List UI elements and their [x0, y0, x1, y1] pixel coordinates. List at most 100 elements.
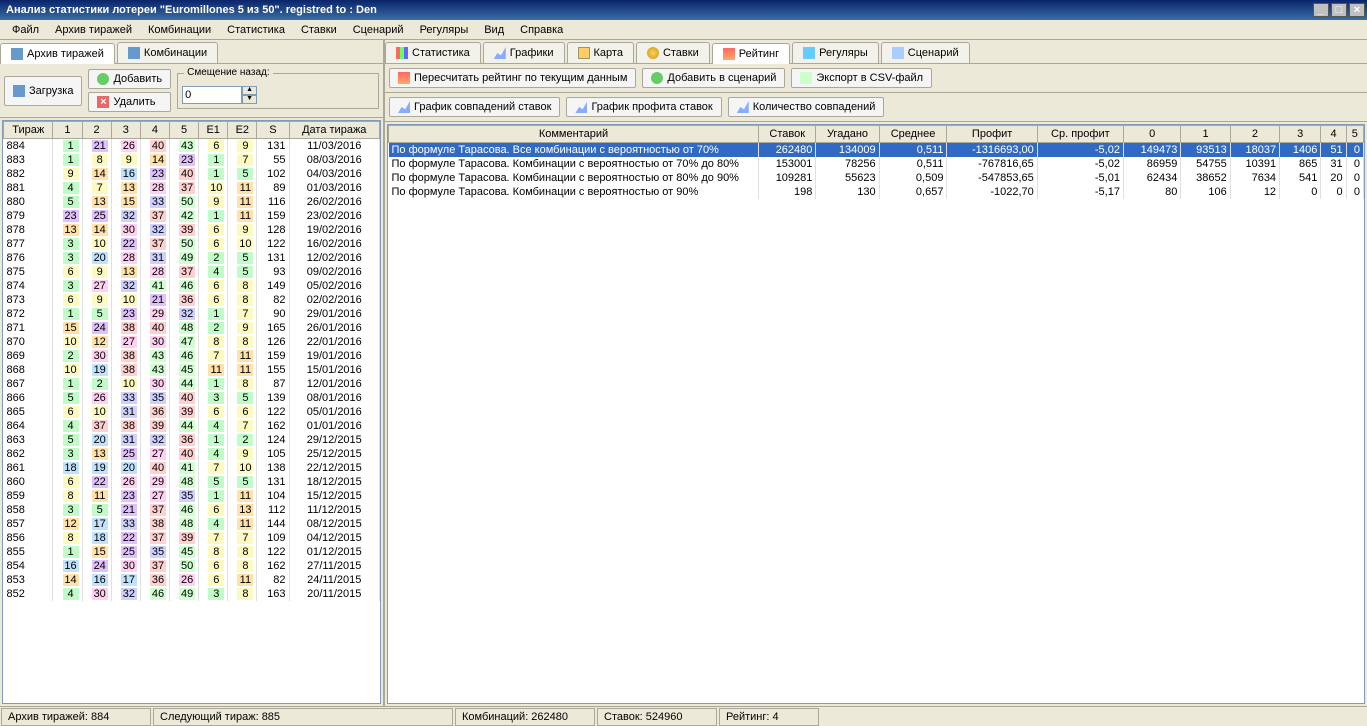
left-tabstrip: Архив тиражейКомбинации	[0, 40, 383, 64]
draw-row[interactable]: 87115243840482916526/01/2016	[4, 321, 380, 335]
draw-row[interactable]: 8606222629485513118/12/2015	[4, 475, 380, 489]
draws-grid[interactable]: Тираж12345E1E2SДата тиража88412126404369…	[2, 120, 381, 704]
right-tabstrip: СтатистикаГрафикиКартаСтавкиРейтингРегул…	[385, 40, 1367, 64]
col-header[interactable]: 0	[1123, 126, 1180, 143]
draw-row[interactable]: 8841212640436913111/03/2016	[4, 139, 380, 154]
draw-row[interactable]: 8623132527404910525/12/2015	[4, 447, 380, 461]
menu-Сценарий[interactable]: Сценарий	[345, 22, 412, 38]
draw-row[interactable]: 87369102136688202/02/2016	[4, 293, 380, 307]
col-header[interactable]: 4	[1321, 126, 1346, 143]
draw-row[interactable]: 8681019384345111115515/01/2016	[4, 363, 380, 377]
cross-icon: ×	[97, 96, 109, 108]
toolbar-btn[interactable]: График совпадений ставок	[389, 97, 560, 117]
draw-row[interactable]: 8665263335403513908/01/2016	[4, 391, 380, 405]
toolbar-btn[interactable]: Добавить в сценарий	[642, 68, 785, 88]
right-tab-Ставки[interactable]: Ставки	[636, 42, 710, 63]
toolbar-btn[interactable]: График профита ставок	[566, 97, 721, 117]
draw-row[interactable]: 85416243037506816227/11/2015	[4, 559, 380, 573]
right-tab-Карта[interactable]: Карта	[567, 42, 634, 63]
menu-Архив тиражей[interactable]: Архив тиражей	[47, 22, 140, 38]
rating-row[interactable]: По формуле Тарасова. Комбинации с вероят…	[389, 157, 1364, 171]
draw-row[interactable]: 86712103044188712/01/2016	[4, 377, 380, 391]
right-tab-Сценарий[interactable]: Сценарий	[881, 42, 970, 63]
col-header[interactable]: 3	[111, 122, 140, 139]
draw-row[interactable]: 8763202831492513112/02/2016	[4, 251, 380, 265]
draw-row[interactable]: 861181920404171013822/12/2015	[4, 461, 380, 475]
right-tab-Регуляры[interactable]: Регуляры	[792, 42, 879, 63]
menu-Ставки[interactable]: Ставки	[293, 22, 345, 38]
menu-Регуляры[interactable]: Регуляры	[412, 22, 477, 38]
spin-down[interactable]: ▼	[242, 95, 257, 104]
draw-row[interactable]: 85314161736266118224/11/2015	[4, 573, 380, 587]
draw-row[interactable]: 8644373839444716201/01/2016	[4, 419, 380, 433]
col-header[interactable]: Среднее	[879, 126, 947, 143]
menu-Статистика[interactable]: Статистика	[219, 22, 293, 38]
draw-row[interactable]: 8656103136396612205/01/2016	[4, 405, 380, 419]
draw-row[interactable]: 8635203132361212429/12/2015	[4, 433, 380, 447]
col-header[interactable]: 1	[1181, 126, 1230, 143]
toolbar-btn[interactable]: Количество совпадений	[728, 97, 885, 117]
draw-row[interactable]: 8829141623401510204/03/2016	[4, 167, 380, 181]
draw-row[interactable]: 8814713283710118901/03/2016	[4, 181, 380, 195]
delete-button[interactable]: × Удалить	[88, 92, 171, 112]
col-header[interactable]: S	[257, 122, 289, 139]
add-button[interactable]: Добавить	[88, 69, 171, 89]
col-header[interactable]: 3	[1280, 126, 1321, 143]
col-header[interactable]: Профит	[947, 126, 1037, 143]
menubar: ФайлАрхив тиражейКомбинацииСтатистикаСта…	[0, 20, 1367, 40]
draw-row[interactable]: 87813143032396912819/02/2016	[4, 223, 380, 237]
col-header[interactable]: 5	[1346, 126, 1363, 143]
draw-row[interactable]: 87215232932179029/01/2016	[4, 307, 380, 321]
minimize-button[interactable]: _	[1313, 3, 1329, 17]
draw-row[interactable]: 879232532374211115923/02/2016	[4, 209, 380, 223]
col-header[interactable]: E1	[199, 122, 228, 139]
rating-row[interactable]: По формуле Тарасова. Все комбинации с ве…	[389, 143, 1364, 158]
add-label: Добавить	[113, 73, 162, 85]
right-tab-Статистика[interactable]: Статистика	[385, 42, 481, 63]
menu-Справка[interactable]: Справка	[512, 22, 571, 38]
col-header[interactable]: 5	[169, 122, 198, 139]
draw-row[interactable]: 8583521374661311211/12/2015	[4, 503, 380, 517]
left-tab-Комбинации[interactable]: Комбинации	[117, 42, 218, 63]
draw-row[interactable]: 8551152535458812201/12/2015	[4, 545, 380, 559]
col-header[interactable]: E2	[228, 122, 257, 139]
draw-row[interactable]: 8831891423175508/03/2016	[4, 153, 380, 167]
col-header[interactable]: Ср. профит	[1037, 126, 1123, 143]
rating-grid[interactable]: КомментарийСтавокУгаданоСреднееПрофитСр.…	[387, 124, 1365, 704]
menu-Файл[interactable]: Файл	[4, 22, 47, 38]
col-header[interactable]: 1	[53, 122, 82, 139]
col-header[interactable]: 2	[82, 122, 111, 139]
right-tab-Рейтинг[interactable]: Рейтинг	[712, 43, 790, 64]
load-button[interactable]: Загрузка	[4, 76, 82, 106]
col-header[interactable]: Ставок	[759, 126, 816, 143]
close-button[interactable]: ×	[1349, 3, 1365, 17]
col-header[interactable]: 2	[1230, 126, 1279, 143]
tab-icon	[892, 47, 904, 59]
draw-row[interactable]: 8524303246493816320/11/2015	[4, 587, 380, 601]
toolbar-btn[interactable]: Пересчитать рейтинг по текущим данным	[389, 68, 636, 88]
draw-row[interactable]: 8568182237397710904/12/2015	[4, 531, 380, 545]
menu-Комбинации[interactable]: Комбинации	[140, 22, 219, 38]
offset-input[interactable]	[182, 86, 242, 104]
col-header[interactable]: Дата тиража	[289, 122, 379, 139]
rating-row[interactable]: По формуле Тарасова. Комбинации с вероят…	[389, 185, 1364, 199]
draw-row[interactable]: 86923038434671115919/01/2016	[4, 349, 380, 363]
maximize-button[interactable]: □	[1331, 3, 1347, 17]
draw-row[interactable]: 8743273241466814905/02/2016	[4, 279, 380, 293]
draw-row[interactable]: 87731022375061012216/02/2016	[4, 237, 380, 251]
rating-row[interactable]: По формуле Тарасова. Комбинации с вероят…	[389, 171, 1364, 185]
draw-row[interactable]: 85981123273511110415/12/2015	[4, 489, 380, 503]
left-tab-Архив тиражей[interactable]: Архив тиражей	[0, 43, 115, 64]
menu-Вид[interactable]: Вид	[476, 22, 512, 38]
draw-row[interactable]: 88051315335091111626/02/2016	[4, 195, 380, 209]
spin-up[interactable]: ▲	[242, 86, 257, 95]
right-tab-Графики[interactable]: Графики	[483, 42, 565, 63]
col-header[interactable]: Тираж	[4, 122, 53, 139]
col-header[interactable]: Комментарий	[389, 126, 759, 143]
col-header[interactable]: 4	[140, 122, 169, 139]
draw-row[interactable]: 87569132837459309/02/2016	[4, 265, 380, 279]
col-header[interactable]: Угадано	[816, 126, 879, 143]
draw-row[interactable]: 857121733384841114408/12/2015	[4, 517, 380, 531]
toolbar-btn[interactable]: Экспорт в CSV-файл	[791, 68, 932, 88]
draw-row[interactable]: 87010122730478812622/01/2016	[4, 335, 380, 349]
